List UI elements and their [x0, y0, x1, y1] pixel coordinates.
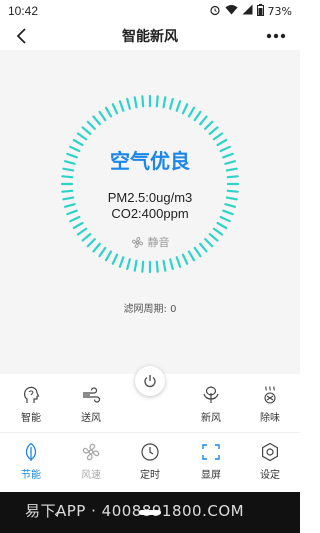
dial-tick: [216, 221, 228, 230]
watermark: 易下APP · 4008891800.COM: [25, 502, 245, 520]
filter-cycle: 滤网周期: 0: [123, 304, 177, 315]
dial-tick: [92, 115, 101, 126]
wifi-icon: [225, 4, 238, 18]
dial-tick: [175, 256, 182, 268]
dial-tick: [162, 259, 167, 272]
control-row-1: 智能 送风 新风 除味: [0, 376, 300, 432]
air-supply-button[interactable]: 送风: [66, 376, 116, 432]
status-time: 10:42: [8, 4, 39, 18]
timer-label: 定时: [140, 469, 160, 481]
wind-icon: [83, 386, 101, 403]
dial-tick: [208, 126, 219, 135]
air-supply-label: 送风: [81, 412, 101, 424]
dial-tick: [169, 97, 174, 110]
leaf-icon: [203, 385, 219, 403]
air-quality-status: 空气优良: [110, 149, 190, 173]
dial-tick: [61, 175, 74, 179]
smart-mode-button[interactable]: 智能: [6, 376, 56, 432]
dial-tick: [111, 253, 119, 265]
dial-tick: [111, 103, 119, 115]
dial-tick: [104, 106, 113, 118]
dial-tick: [181, 253, 189, 265]
dial-tick: [133, 259, 138, 272]
more-dots-icon: [266, 33, 286, 39]
status-bar: 10:42 73%: [0, 0, 300, 22]
dial-tick: [155, 95, 159, 108]
dial-tick: [86, 120, 96, 130]
head-icon: [24, 386, 40, 403]
dial-tick: [169, 258, 174, 271]
dial-tick: [204, 120, 214, 130]
dial-tick: [187, 106, 196, 118]
dial-tick: [133, 96, 138, 109]
deodorize-button[interactable]: 除味: [245, 376, 295, 432]
dial-tick: [81, 126, 92, 135]
dial-tick: [155, 260, 159, 273]
fresh-air-label: 新风: [201, 412, 221, 424]
dial-tick: [104, 250, 113, 262]
battery-level: 73%: [267, 4, 292, 18]
dial-tick: [199, 115, 208, 126]
dial-tick: [175, 100, 182, 112]
gear-icon: [262, 442, 278, 461]
dial-tick: [141, 260, 145, 273]
dial-tick: [162, 96, 167, 109]
screen-icon: [202, 443, 220, 460]
settings-label: 设定: [260, 469, 280, 481]
dial-tick: [126, 258, 131, 271]
dial-tick: [126, 97, 131, 110]
back-button[interactable]: [10, 24, 34, 48]
dial-tick: [181, 103, 189, 115]
dial-tick: [226, 175, 239, 179]
page-title: 智能新风: [122, 29, 178, 45]
dial-tick: [193, 110, 202, 122]
energy-saving-button[interactable]: 节能: [6, 433, 56, 489]
dial-tick: [141, 95, 145, 108]
energy-saving-label: 节能: [21, 469, 41, 481]
fan-mode: 静音: [0, 234, 300, 250]
display-button[interactable]: 显屏: [186, 433, 236, 489]
co2-reading: CO2:400ppm: [111, 206, 189, 221]
fan-speed-button[interactable]: 风速: [66, 433, 116, 489]
settings-button[interactable]: 设定: [245, 433, 295, 489]
top-bar: 智能新风: [0, 22, 300, 50]
dial-tick: [187, 250, 196, 262]
dial-tick: [76, 132, 88, 141]
fan-mode-label: 静音: [147, 236, 170, 249]
dial-tick: [72, 221, 84, 230]
leaf-icon: [25, 442, 37, 461]
main-panel: 空气优良 PM2.5:0ug/m3 CO2:400ppm 静音 滤网周期: 0: [0, 50, 300, 374]
display-label: 显屏: [201, 469, 221, 481]
control-row-2: 节能 风速 定时 显屏 设定: [0, 432, 300, 488]
dial-tick: [118, 256, 125, 268]
alarm-icon: [209, 4, 221, 19]
dial-tick: [212, 132, 224, 141]
timer-button[interactable]: 定时: [125, 433, 175, 489]
deodorize-icon: [264, 385, 276, 404]
fan-icon: [82, 443, 100, 460]
dial-tick: [118, 100, 125, 112]
smart-mode-label: 智能: [21, 412, 41, 424]
pm25-reading: PM2.5:0ug/m3: [107, 190, 193, 205]
fresh-air-button[interactable]: 新风: [186, 376, 236, 432]
fan-icon: [131, 236, 143, 248]
chevron-left-icon: [16, 28, 26, 44]
more-button[interactable]: [264, 24, 288, 48]
status-icons: 73%: [209, 3, 292, 19]
battery-icon: [256, 3, 264, 19]
signal-icon: [242, 4, 253, 18]
deodorize-label: 除味: [260, 412, 280, 424]
clock-icon: [141, 442, 159, 461]
fan-speed-label: 风速: [81, 469, 101, 481]
dial-tick: [98, 110, 107, 122]
